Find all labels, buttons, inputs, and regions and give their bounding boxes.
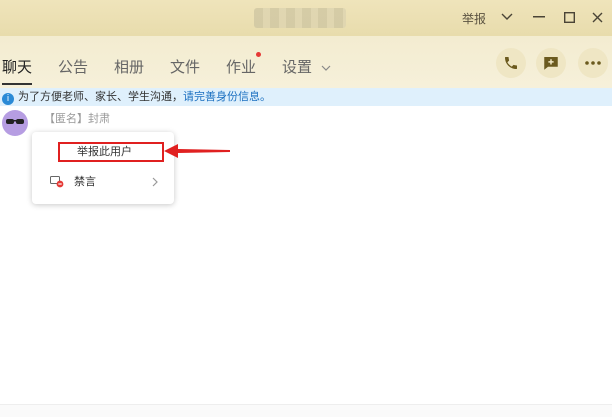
- report-link[interactable]: 举报: [462, 10, 486, 27]
- more-options-button[interactable]: [578, 48, 608, 78]
- avatar[interactable]: [2, 110, 28, 136]
- maximize-icon[interactable]: [558, 6, 580, 28]
- minimize-icon[interactable]: [528, 6, 550, 28]
- close-icon[interactable]: [586, 6, 608, 28]
- tab-homework[interactable]: 作业: [226, 56, 256, 77]
- chevron-down-icon: [321, 65, 331, 71]
- chevron-down-icon[interactable]: [496, 6, 518, 28]
- chevron-right-icon: [152, 177, 158, 187]
- annotation-arrow: [164, 144, 230, 158]
- tab-files[interactable]: 文件: [170, 56, 200, 77]
- tab-album[interactable]: 相册: [114, 56, 144, 77]
- mute-icon: [50, 176, 64, 188]
- add-message-button[interactable]: [536, 48, 566, 78]
- tab-announcement[interactable]: 公告: [58, 56, 88, 77]
- identity-notice: i 为了方便老师、家长、学生沟通，请完善身份信息。: [0, 88, 612, 106]
- tab-settings[interactable]: 设置: [282, 56, 331, 77]
- input-toolbar: [0, 404, 612, 417]
- more-icon: [585, 61, 601, 65]
- report-user-menu-item[interactable]: 举报此用户: [58, 142, 164, 162]
- window-title-blurred: [254, 8, 346, 28]
- mute-menu-item[interactable]: 禁言: [50, 172, 164, 192]
- homework-badge: [256, 52, 261, 57]
- notice-text: 为了方便老师、家长、学生沟通，: [18, 90, 183, 103]
- tab-settings-label: 设置: [282, 58, 313, 76]
- tab-chat[interactable]: 聊天: [2, 56, 33, 85]
- title-bar: 举报: [0, 0, 612, 36]
- message-sender: 【匿名】封肃: [44, 112, 110, 125]
- phone-call-button[interactable]: [496, 48, 526, 78]
- phone-icon: [505, 57, 517, 69]
- complete-identity-link[interactable]: 请完善身份信息。: [183, 90, 271, 103]
- info-icon: i: [2, 93, 14, 105]
- message-plus-icon: [544, 57, 558, 70]
- mute-label: 禁言: [74, 175, 96, 188]
- sunglasses-avatar-icon: [6, 119, 24, 124]
